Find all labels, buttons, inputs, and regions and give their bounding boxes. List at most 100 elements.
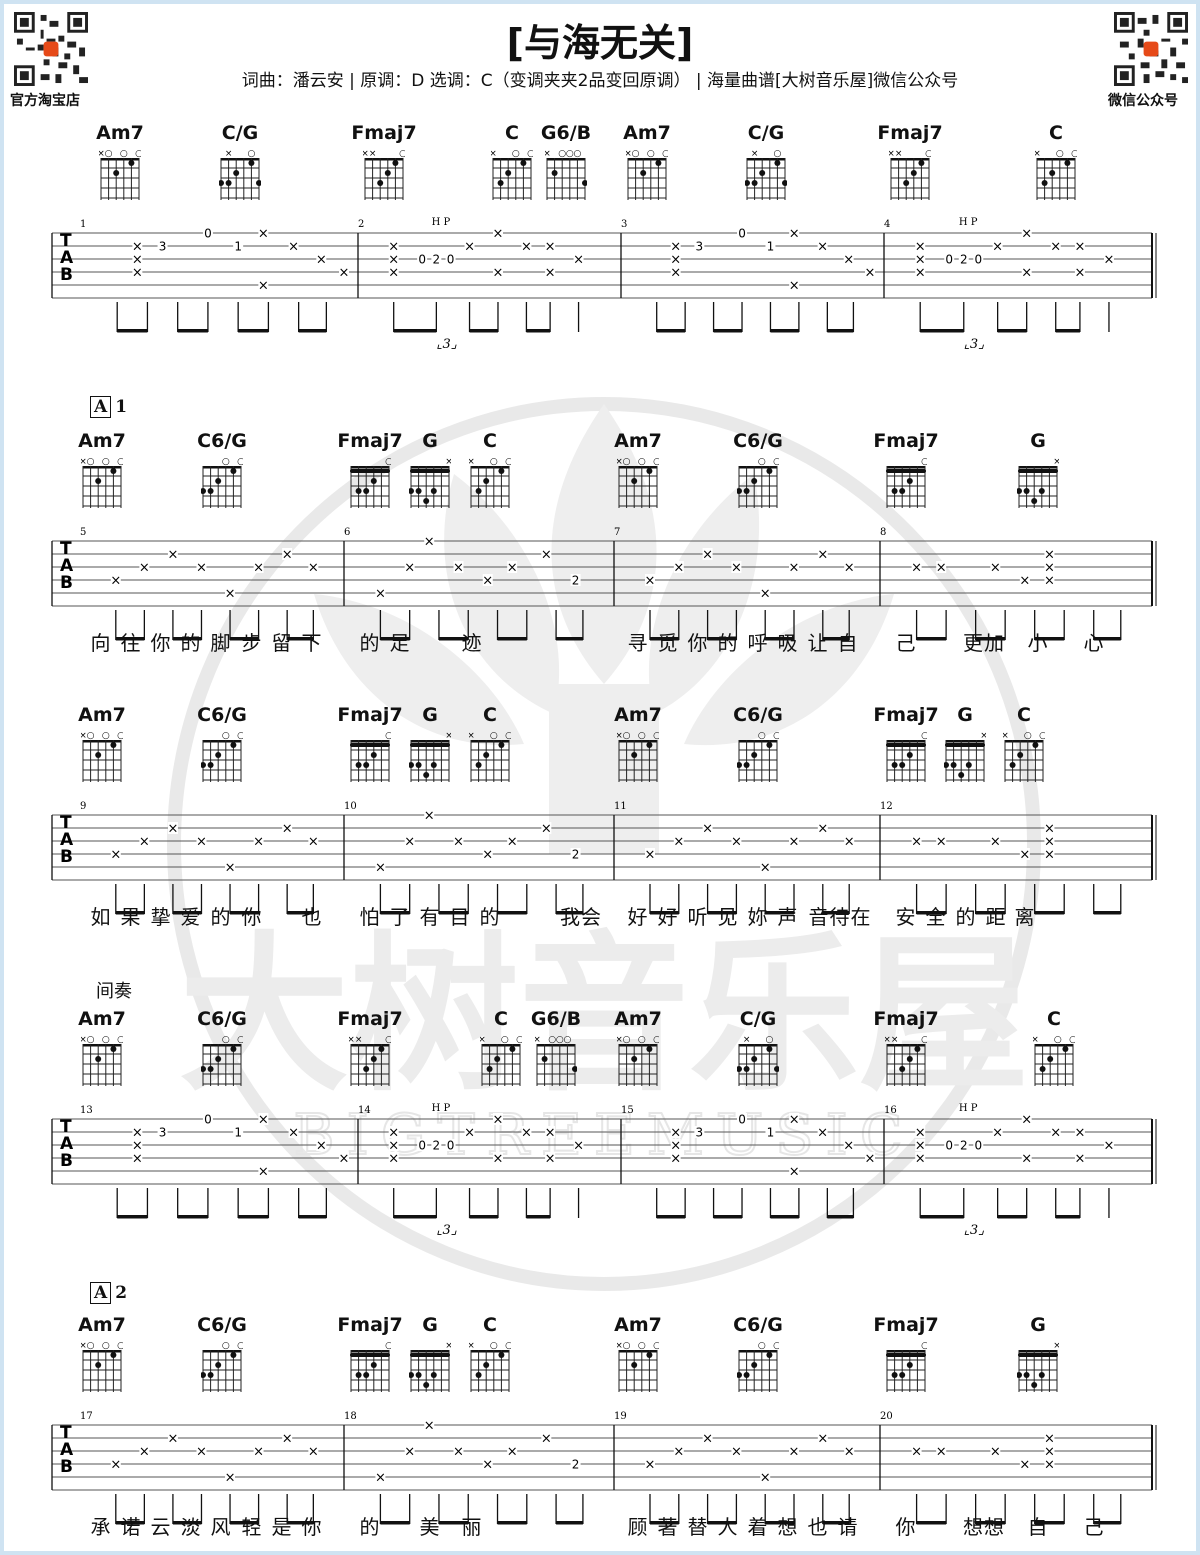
tab-note: × bbox=[844, 1445, 855, 1460]
tab-note: × bbox=[789, 1165, 800, 1180]
lyric-char: 云 bbox=[150, 1515, 172, 1539]
tab-note: × bbox=[992, 1126, 1003, 1141]
svg-text:×: × bbox=[1053, 457, 1059, 467]
lyric-char: 小 bbox=[1027, 631, 1049, 655]
svg-text:○: ○ bbox=[222, 1341, 230, 1351]
lyric-char: 人 bbox=[717, 1515, 739, 1539]
lyric-char: 脚 bbox=[210, 631, 232, 655]
tab-note: × bbox=[1019, 1458, 1030, 1473]
svg-text:○: ○ bbox=[385, 457, 391, 467]
lyric-char: 的 bbox=[479, 905, 501, 929]
tab-note: × bbox=[482, 848, 493, 863]
tab-note: × bbox=[139, 1445, 150, 1460]
svg-text:○: ○ bbox=[623, 731, 631, 741]
tab-note: 3 bbox=[696, 1126, 704, 1140]
measure-number: 1 bbox=[80, 219, 86, 230]
lyric-char: 向 bbox=[90, 631, 112, 655]
tab-note: × bbox=[990, 835, 1001, 850]
tab-note: × bbox=[253, 835, 264, 850]
tab-note: × bbox=[545, 1126, 556, 1141]
tab-note: × bbox=[789, 227, 800, 242]
tab-note: × bbox=[789, 1445, 800, 1460]
tab-note: × bbox=[702, 822, 713, 837]
svg-text:○: ○ bbox=[490, 457, 498, 467]
lyric-char: 有 bbox=[419, 905, 441, 929]
svg-text:○: ○ bbox=[653, 1341, 659, 1351]
chord-name: C/G bbox=[221, 122, 259, 144]
tab-note: 0 bbox=[974, 1139, 982, 1153]
tab-note: × bbox=[464, 1126, 475, 1141]
chord-name: Am7 bbox=[96, 122, 144, 144]
lyric-char: 妳 bbox=[747, 905, 769, 929]
lyric-char: 轻 bbox=[241, 1515, 263, 1539]
chord-diagram: × bbox=[1017, 457, 1059, 508]
tab-note: × bbox=[731, 561, 742, 576]
chord-diagram: × ○ ○ bbox=[469, 457, 511, 508]
chord-name: G bbox=[422, 1314, 438, 1336]
svg-text:○: ○ bbox=[247, 149, 255, 159]
lyric-char: 呼 bbox=[747, 631, 769, 655]
svg-text:×: × bbox=[445, 457, 451, 467]
tab-staff: TAB13 14 15 16×××301××××××××0 2 0×××× ×××H P⌞3… bbox=[51, 1103, 1157, 1238]
svg-text:○: ○ bbox=[573, 149, 581, 159]
chord-diagram: × ○ ○ ○ bbox=[626, 149, 668, 200]
tab-note: × bbox=[258, 1113, 269, 1128]
chord-name: Fmaj7 bbox=[337, 704, 403, 726]
svg-text:○: ○ bbox=[102, 731, 110, 741]
svg-text:○: ○ bbox=[222, 457, 230, 467]
tab-note: 3 bbox=[159, 240, 167, 254]
chord-name: C bbox=[1049, 122, 1063, 144]
lyric-char: 迹 bbox=[461, 631, 483, 655]
svg-text:○: ○ bbox=[490, 731, 498, 741]
chord-diagram: ○ ○ bbox=[201, 1035, 243, 1086]
tab-note: × bbox=[339, 266, 350, 281]
chord-diagram: × ○ ○ bbox=[1003, 731, 1045, 782]
tab-note: × bbox=[110, 574, 121, 589]
chord-diagram: ○ ○ bbox=[201, 457, 243, 508]
lyric-char: 吸 bbox=[777, 631, 799, 655]
svg-text:×: × bbox=[469, 1341, 475, 1351]
tab-note: × bbox=[1050, 1126, 1061, 1141]
chord-name: Am7 bbox=[78, 704, 126, 726]
tab-note: × bbox=[375, 861, 386, 876]
measure-number: 11 bbox=[614, 801, 627, 812]
svg-text:○: ○ bbox=[87, 1035, 95, 1045]
svg-text:○: ○ bbox=[758, 1341, 766, 1351]
svg-text:○: ○ bbox=[921, 1035, 927, 1045]
tab-staff: TAB1 2 3 4×××301××××××××0 2 0×××× ×××H P⌞3⌟×××… bbox=[51, 217, 1157, 352]
chord-diagram: × bbox=[409, 731, 451, 782]
svg-text:○: ○ bbox=[1039, 731, 1045, 741]
tab-note: × bbox=[760, 861, 771, 876]
svg-text:○: ○ bbox=[385, 1341, 391, 1351]
wechat-qr-caption: 微信公众号 bbox=[1108, 93, 1178, 109]
svg-text:○: ○ bbox=[117, 457, 123, 467]
tab-note: × bbox=[424, 535, 435, 550]
measure-number: 8 bbox=[880, 527, 886, 538]
svg-text:○: ○ bbox=[237, 457, 243, 467]
measure-number: 16 bbox=[884, 1105, 897, 1116]
svg-text:○: ○ bbox=[1069, 1035, 1075, 1045]
chord-name: C6/G bbox=[197, 1008, 247, 1030]
tab-note: 2 bbox=[433, 1139, 441, 1153]
tab-note: × bbox=[1050, 240, 1061, 255]
svg-text:○: ○ bbox=[120, 149, 128, 159]
svg-text:○: ○ bbox=[653, 1035, 659, 1045]
lyric-char: 听 bbox=[687, 905, 709, 929]
tab-note: 0 bbox=[447, 1139, 455, 1153]
tab-note: × bbox=[844, 561, 855, 576]
tab-note: × bbox=[388, 1152, 399, 1167]
tab-note: × bbox=[167, 548, 178, 563]
lyric-char: 的 bbox=[210, 905, 232, 929]
chord-name: G bbox=[1030, 430, 1046, 452]
tab-note: 1 bbox=[234, 1126, 242, 1140]
section-a2-letter: A bbox=[90, 1282, 112, 1304]
tab-note: × bbox=[760, 587, 771, 602]
lyric-char: 安 bbox=[895, 905, 917, 929]
lyric-char: 自 bbox=[1027, 1515, 1049, 1539]
chord-name: Fmaj7 bbox=[351, 122, 417, 144]
tab-note: × bbox=[843, 253, 854, 268]
chord-name: C6/G bbox=[733, 1314, 783, 1336]
tab-note: × bbox=[670, 266, 681, 281]
tab-note: 2 bbox=[960, 253, 968, 267]
measure-number: 9 bbox=[80, 801, 86, 812]
